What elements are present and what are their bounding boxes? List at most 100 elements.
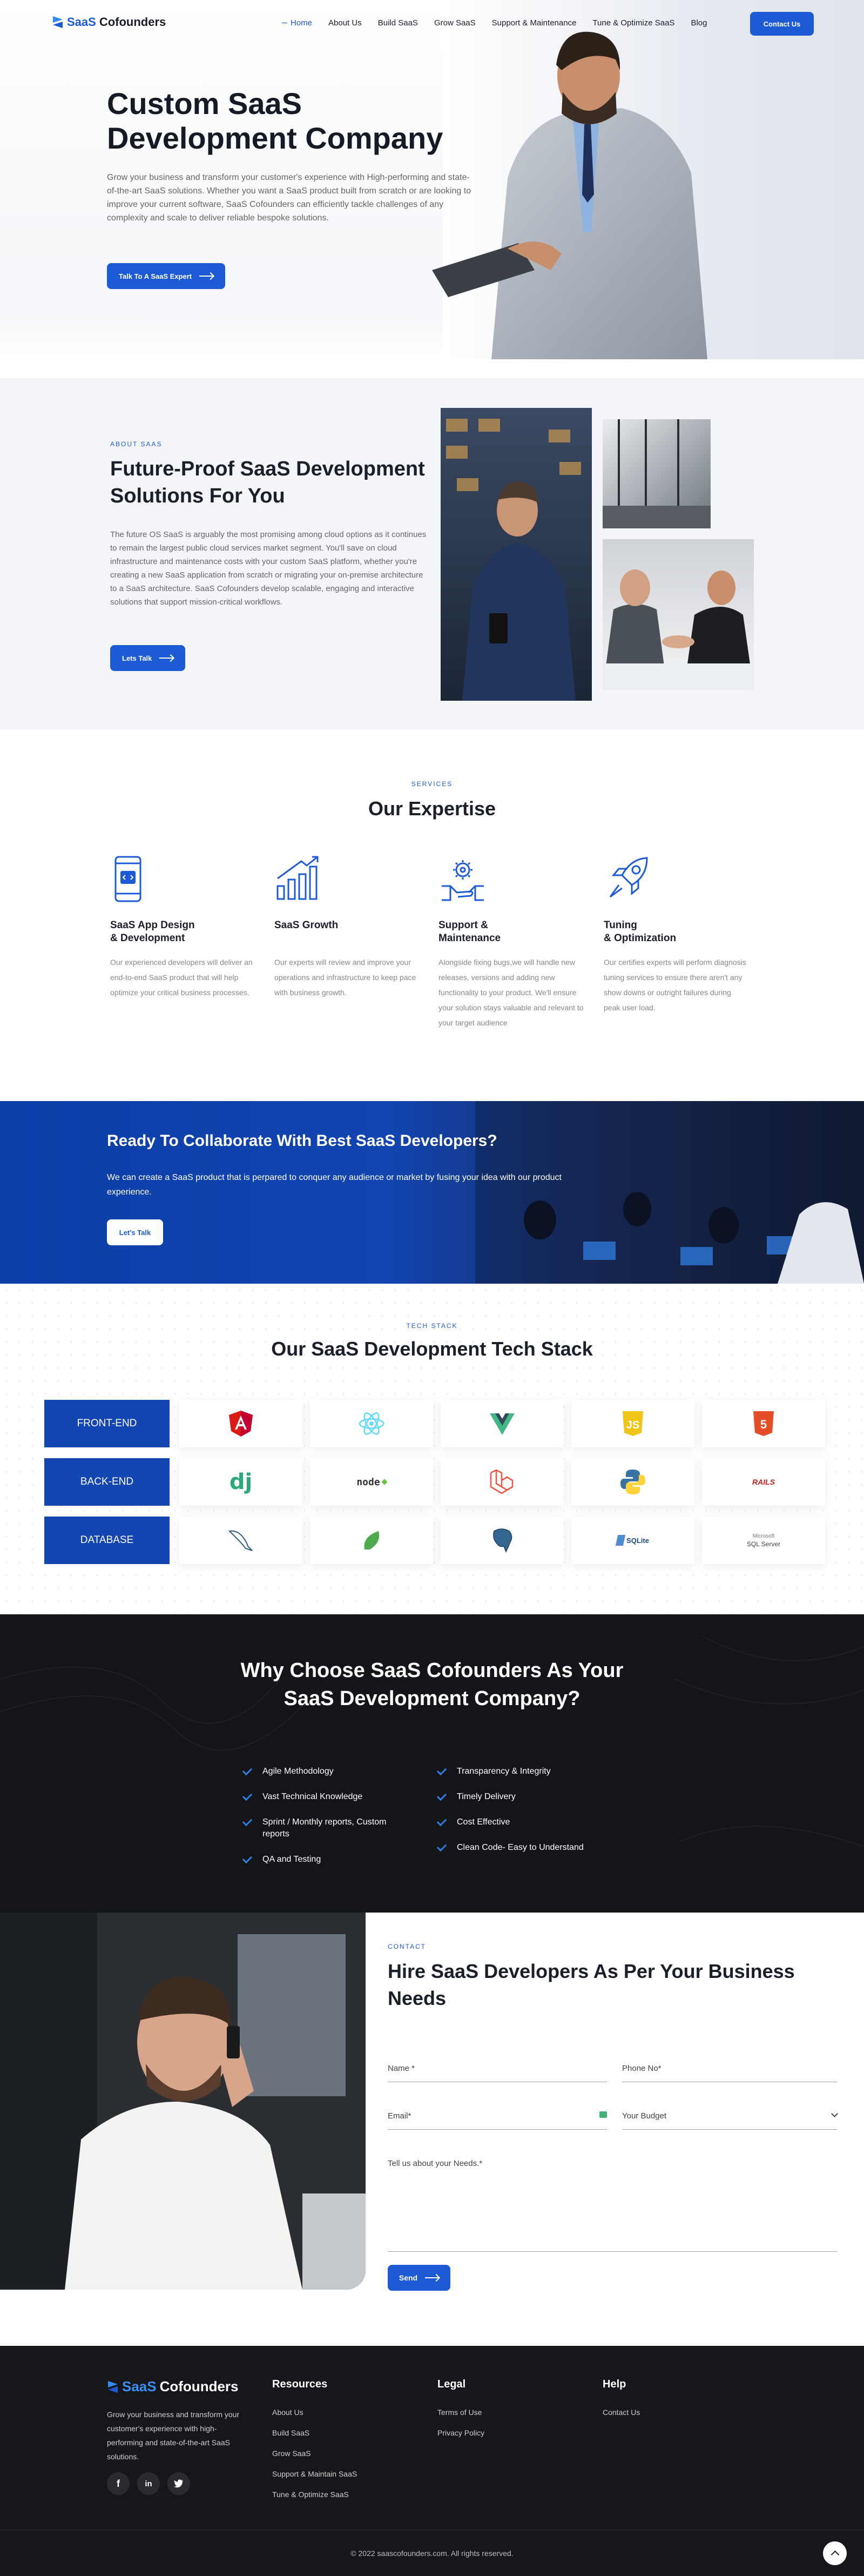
expertise-title: Our Expertise	[368, 797, 496, 820]
footer-logo[interactable]: SaaS Cofounders	[107, 2378, 239, 2395]
support-gear-icon	[442, 860, 484, 901]
footer-link-tune[interactable]: Tune & Optimize SaaS	[272, 2489, 357, 2500]
card-title-line: Support &	[438, 920, 488, 931]
twitter-icon[interactable]	[167, 2472, 190, 2495]
talk-to-expert-button[interactable]: Talk To A SaaS Expert	[107, 263, 226, 289]
footer-column-title: Resources	[272, 2378, 328, 2390]
rails-wordmark: RAILS	[752, 1478, 775, 1486]
sqlserver-vendor: Microsoft	[752, 1533, 775, 1539]
vue-icon	[490, 1413, 515, 1435]
nav-item-build[interactable]: Build SaaS	[378, 18, 418, 28]
button-label: Send	[399, 2273, 418, 2282]
react-icon	[359, 1412, 384, 1435]
node-hex-icon	[381, 1479, 388, 1485]
phone-field[interactable]: Phone No*	[622, 2064, 837, 2082]
logo-prefix: SaaS	[67, 15, 96, 29]
mysql-dolphin-icon	[228, 1530, 253, 1551]
postgresql-elephant-icon	[493, 1528, 512, 1553]
nav-item-support[interactable]: Support & Maintenance	[492, 18, 577, 28]
why-item-label: Timely Delivery	[457, 1792, 516, 1801]
footer-link-terms[interactable]: Terms of Use	[437, 2407, 484, 2418]
why-item: Clean Code- Easy to Understand	[436, 1841, 616, 1854]
about-title: Future-Proof SaaS Development Solutions …	[110, 458, 425, 507]
site-footer: SaaS Cofounders Grow your business and t…	[0, 2346, 864, 2576]
expertise-card-tuning: Tuning & Optimization Our certifies exper…	[604, 854, 750, 1015]
why-item: Vast Technical Knowledge	[242, 1790, 405, 1803]
angular-icon	[229, 1411, 253, 1437]
nav-item-about[interactable]: About Us	[328, 18, 362, 28]
facebook-icon[interactable]: f	[107, 2472, 130, 2495]
arrow-right-icon	[159, 658, 174, 659]
footer-link-about[interactable]: About Us	[272, 2407, 357, 2418]
why-item-label: Sprint / Monthly reports, Custom reports	[262, 1817, 387, 1839]
footer-link-grow[interactable]: Grow SaaS	[272, 2448, 357, 2459]
nav-item-grow[interactable]: Grow SaaS	[434, 18, 476, 28]
mysql-logo	[179, 1517, 302, 1564]
django-logo: dj	[179, 1458, 302, 1506]
logo-suffix: Cofounders	[99, 15, 166, 29]
contact-section: Contact Hire SaaS Developers As Per Your…	[0, 1913, 864, 2346]
about-photo-businessman	[441, 408, 592, 701]
why-item-label: Clean Code- Easy to Understand	[457, 1843, 584, 1852]
autofill-key-icon	[599, 2111, 607, 2118]
sqlserver-logo: Microsoft SQL Server	[702, 1517, 825, 1564]
hero-text: Grow your business and transform your cu…	[107, 173, 471, 223]
check-icon	[436, 1816, 447, 1827]
email-field[interactable]: Email*	[388, 2111, 607, 2130]
check-icon	[436, 1790, 447, 1801]
handshake-art	[603, 569, 754, 690]
lets-talk-button[interactable]: Lets Talk	[110, 645, 186, 671]
why-item: QA and Testing	[242, 1853, 405, 1866]
name-field[interactable]: Name *	[388, 2064, 607, 2082]
why-title-line: SaaS Development Company?	[284, 1687, 580, 1710]
banner-title: Ready To Collaborate With Best SaaS Deve…	[107, 1132, 497, 1150]
copyright-text: © 2022 saascofounders.com. All rights re…	[350, 2549, 514, 2558]
footer-link-build[interactable]: Build SaaS	[272, 2427, 357, 2438]
why-item: Timely Delivery	[436, 1790, 616, 1803]
nav-item-home[interactable]: Home	[282, 18, 312, 28]
vue-logo	[441, 1400, 564, 1447]
footer-link-privacy[interactable]: Privacy Policy	[437, 2427, 484, 2438]
sqlite-wordmark: SQLite	[626, 1536, 649, 1545]
hero-title: Custom SaaS Development Company	[107, 86, 443, 155]
send-button[interactable]: Send	[388, 2265, 450, 2291]
python-icon	[620, 1470, 645, 1494]
scroll-to-top-button[interactable]	[823, 2541, 847, 2565]
budget-select[interactable]: Your Budget	[622, 2110, 838, 2130]
brand-logo[interactable]: SaaS Cofounders	[52, 15, 166, 29]
tech-row-label-backend: BACK-END	[44, 1458, 170, 1506]
needs-textarea[interactable]: Tell us about your Needs.*	[388, 2159, 837, 2252]
laravel-icon	[490, 1469, 514, 1494]
mongodb-leaf-icon	[364, 1531, 380, 1549]
rails-logo: RAILS	[702, 1458, 825, 1506]
card-title-line: Maintenance	[438, 933, 501, 944]
growth-chart-icon	[276, 856, 319, 900]
button-label: Lets Talk	[122, 654, 152, 662]
expertise-card-growth: SaaS Growth Our experts will review and …	[274, 854, 420, 1000]
nav-item-tune[interactable]: Tune & Optimize SaaS	[592, 18, 674, 28]
logo-s-icon	[108, 2380, 118, 2393]
linkedin-icon[interactable]: in	[137, 2472, 160, 2495]
expertise-kicker: Services	[411, 780, 453, 788]
about-kicker: About SaaS	[110, 440, 163, 448]
card-title: SaaS App Design & Development	[110, 919, 256, 945]
card-text: Our experienced developers will deliver …	[110, 958, 253, 997]
why-title: Why Choose SaaS Cofounders As Your SaaS D…	[0, 1656, 864, 1713]
nav-item-blog[interactable]: Blog	[691, 18, 707, 28]
card-title: Tuning & Optimization	[604, 919, 750, 945]
expertise-card-app-design: SaaS App Design & Development Our experie…	[110, 854, 256, 1000]
angular-logo	[179, 1400, 302, 1447]
svg-text:5: 5	[760, 1418, 767, 1431]
footer-link-support[interactable]: Support & Maintain SaaS	[272, 2468, 357, 2479]
button-label: Talk To A SaaS Expert	[119, 272, 192, 280]
contact-us-button[interactable]: Contact Us	[750, 12, 814, 36]
mobile-code-icon	[114, 856, 141, 902]
card-title: SaaS Growth	[274, 919, 420, 932]
card-title-line: & Development	[110, 933, 185, 944]
arrow-right-icon	[199, 276, 214, 277]
card-text: Our certifies experts will perform diagn…	[604, 958, 746, 1012]
lets-talk-banner-button[interactable]: Let's Talk	[107, 1219, 163, 1245]
footer-link-contact[interactable]: Contact Us	[603, 2407, 640, 2418]
about-text: The future OS SaaS is arguably the most …	[110, 530, 427, 607]
collaborate-banner: Ready To Collaborate With Best SaaS Deve…	[0, 1101, 864, 1284]
